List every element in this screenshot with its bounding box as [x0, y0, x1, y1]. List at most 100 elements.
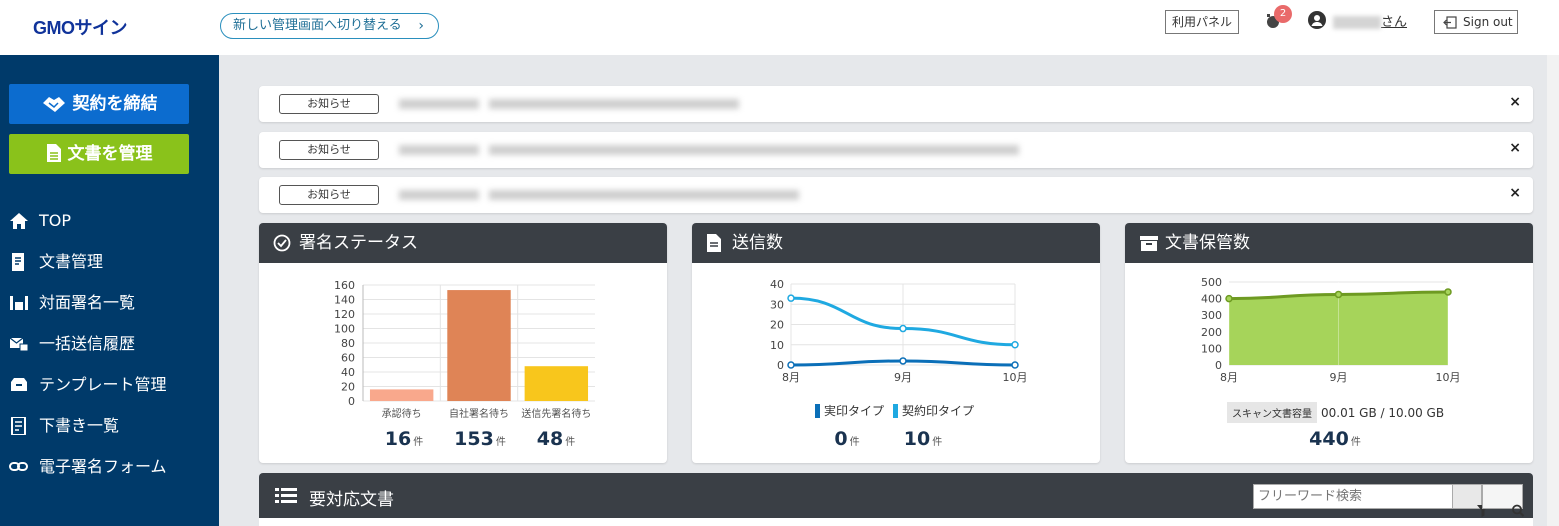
x-tick-label: 8月: [782, 371, 800, 384]
y-tick-label: 100: [1201, 342, 1222, 355]
free-word-search-input[interactable]: [1253, 484, 1453, 509]
action-required-title: 要対応文書: [309, 490, 394, 510]
face-to-face-icon: [10, 296, 28, 310]
legend-swatch: [893, 404, 898, 418]
close-icon[interactable]: ×: [1509, 185, 1521, 201]
notice-row[interactable]: お知らせ ×: [259, 177, 1533, 213]
sign-contract-label: 契約を締結: [72, 94, 158, 114]
sidebar-item-face-to-face[interactable]: 対面署名一覧: [0, 287, 219, 328]
usage-panel-button[interactable]: 利用パネル: [1165, 10, 1239, 34]
y-tick-label: 80: [341, 337, 355, 350]
legend-swatch: [815, 404, 820, 418]
filter-button[interactable]: [1452, 484, 1489, 517]
y-tick-label: 60: [341, 352, 355, 365]
notice-text-redacted: [489, 145, 1019, 155]
sidebar-item-label: 文書管理: [39, 252, 104, 271]
sidebar-nav: TOP 文書管理 対面署名一覧 一括送信履歴 テンプレート管理 下書き一覧 電子…: [0, 205, 219, 492]
user-name-link[interactable]: さん: [1333, 11, 1407, 30]
data-point: [787, 294, 795, 302]
data-point: [1011, 361, 1019, 369]
draft-icon: [11, 417, 26, 435]
notification-count-badge: 2: [1274, 5, 1292, 23]
x-tick-label: 9月: [894, 371, 912, 384]
document-storage-area-chart: 01002003004005008月 9月 10月: [1201, 276, 1461, 384]
y-tick-label: 120: [334, 308, 355, 321]
card-header: 送信数: [692, 223, 1100, 263]
sent-count-card: 送信数 0 10 20 30 40 8月 9月 10月 実印タイプ 契約印タイプ 0件 10 件: [692, 223, 1100, 463]
close-icon[interactable]: ×: [1509, 140, 1521, 156]
y-tick-label: 40: [770, 278, 784, 291]
legend-contract: 契約印タイプ: [893, 402, 974, 419]
sign-contract-button[interactable]: 契約を締結: [9, 84, 189, 124]
data-point: [1011, 341, 1019, 349]
sidebar-item-top[interactable]: TOP: [0, 205, 219, 246]
switch-admin-ui-label: 新しい管理画面へ切り替える: [233, 18, 402, 33]
notice-row[interactable]: お知らせ ×: [259, 86, 1533, 122]
list-icon: [275, 488, 297, 503]
bar: [524, 366, 589, 401]
notice-row[interactable]: お知らせ ×: [259, 132, 1533, 168]
card-title: 文書保管数: [1165, 233, 1250, 253]
recipient-signature-pending-count: 48 件: [536, 428, 576, 450]
contract-seal-count: 10 件: [903, 428, 943, 450]
y-tick-label: 500: [1201, 276, 1222, 289]
y-tick-label: 0: [348, 395, 355, 408]
notice-date-redacted: [399, 99, 479, 109]
user-name-redacted: [1333, 16, 1381, 29]
x-tick-label: 自社署名待ち: [449, 407, 509, 420]
switch-admin-ui-button[interactable]: 新しい管理画面へ切り替える ›: [220, 13, 439, 39]
y-tick-label: 20: [341, 381, 355, 394]
close-icon[interactable]: ×: [1509, 94, 1521, 110]
y-tick-label: 30: [770, 298, 784, 311]
y-tick-label: 160: [334, 279, 355, 292]
card-title: 送信数: [732, 233, 783, 253]
sidebar-item-templates[interactable]: テンプレート管理: [0, 369, 219, 410]
y-tick-label: 200: [1201, 326, 1222, 339]
x-tick-label: 8月: [1220, 371, 1238, 384]
scan-capacity-label: スキャン文書容量: [1227, 402, 1317, 423]
stored-document-count: 440 件: [1309, 428, 1361, 450]
sent-count-line-chart: 0102030408月 9月 10月: [770, 278, 1028, 384]
data-point: [899, 357, 907, 365]
jitsuin-count: 0件: [834, 428, 860, 450]
y-tick-label: 100: [334, 323, 355, 336]
data-point: [1444, 288, 1452, 296]
own-signature-pending-count: 153 件: [454, 428, 506, 450]
sidebar-item-documents[interactable]: 文書管理: [0, 246, 219, 287]
y-tick-label: 40: [341, 366, 355, 379]
top-header: GMOサイン 新しい管理画面へ切り替える › 利用パネル 2 さん Sign o…: [0, 0, 1559, 55]
notice-tag: お知らせ: [279, 140, 379, 160]
user-name-suffix: さん: [1381, 15, 1408, 30]
notice-date-redacted: [399, 190, 479, 200]
x-tick-label: 10月: [1003, 371, 1028, 384]
bar: [369, 389, 434, 401]
y-tick-label: 300: [1201, 309, 1222, 322]
sign-out-icon: [1443, 16, 1457, 29]
template-icon: [11, 378, 27, 391]
manage-documents-button[interactable]: 文書を管理: [9, 134, 189, 174]
page-scrollbar[interactable]: [1547, 55, 1559, 526]
document-icon: [46, 144, 61, 162]
data-point: [787, 361, 795, 369]
sign-out-button[interactable]: Sign out: [1434, 10, 1518, 34]
scan-capacity: スキャン文書容量 00.01 GB / 10.00 GB: [1227, 402, 1444, 423]
table-area-start: [259, 518, 1533, 526]
signature-status-bar-chart: 020 4060 80100 120140 160 承認待ち 自社署名待ち 送信先署名待ち: [334, 279, 595, 420]
sidebar-item-label: TOP: [39, 211, 72, 230]
y-tick-label: 400: [1201, 293, 1222, 306]
sidebar-item-bulk-send[interactable]: 一括送信履歴: [0, 328, 219, 369]
notice-text-redacted: [489, 99, 739, 109]
signature-status-card: 署名ステータス 0 20 40 60 80 100 120 140 160 承認待ち 自社署名待ち送…: [259, 223, 667, 463]
sidebar-item-label: 下書き一覧: [39, 416, 120, 435]
gmo-sign-logo[interactable]: GMOサイン: [33, 14, 128, 40]
search-button[interactable]: [1482, 484, 1525, 517]
card-header: 文書保管数: [1125, 223, 1533, 263]
manage-documents-label: 文書を管理: [67, 144, 153, 164]
sidebar-item-signature-form[interactable]: 電子署名フォーム: [0, 451, 219, 492]
sidebar: 契約を締結 文書を管理 TOP 文書管理 対面署名一覧 一括送信履歴 テンプレー…: [0, 55, 219, 526]
sidebar-item-drafts[interactable]: 下書き一覧: [0, 410, 219, 451]
x-tick-label: 9月: [1330, 371, 1348, 384]
bar: [447, 290, 511, 401]
bulk-send-icon: [9, 337, 29, 352]
chevron-right-icon: ›: [418, 18, 424, 34]
